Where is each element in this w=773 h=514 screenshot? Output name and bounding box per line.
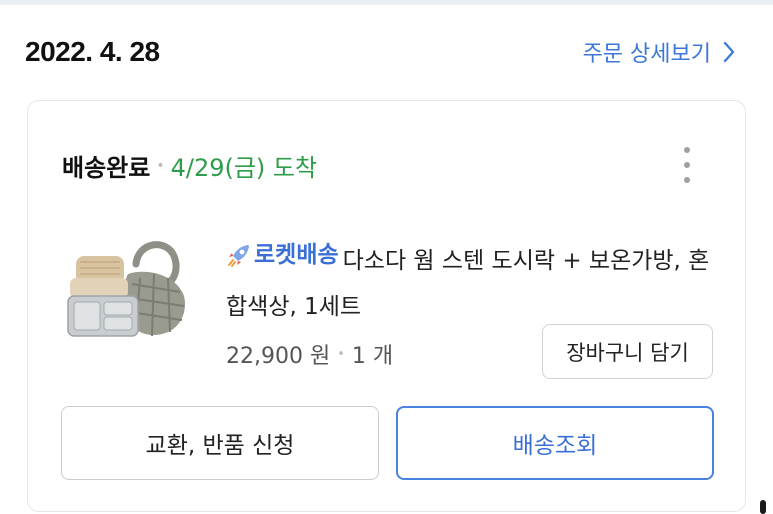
more-options-icon[interactable] [681, 145, 693, 185]
lunchbox-product-image[interactable] [66, 234, 190, 344]
delivery-tracking-button[interactable]: 배송조회 [396, 406, 714, 480]
rocket-delivery-badge: 로켓배송 [226, 232, 339, 278]
chevron-right-icon [723, 41, 735, 63]
product-quantity: 1 개 [351, 344, 394, 369]
delivery-status-row: 배송완료 • 4/29(금) 도착 [62, 148, 317, 183]
order-date: 2022. 4. 28 [25, 36, 160, 67]
order-card: 배송완료 • 4/29(금) 도착 로켓배송 다소다 웜 스텐 도시락 + 보온… [27, 100, 746, 512]
order-history-screen: 2022. 4. 28 주문 상세보기 배송완료 • 4/29(금) 도착 로켓… [0, 0, 773, 514]
rocket-delivery-label: 로켓배송 [254, 242, 339, 268]
exchange-return-button[interactable]: 교환, 반품 신청 [61, 406, 379, 480]
product-price: 22,900 원 [226, 344, 331, 369]
top-divider [0, 0, 773, 5]
delivery-status-label: 배송완료 [62, 154, 151, 182]
arrival-date: 4/29(금) 도착 [170, 154, 318, 182]
separator-dot: • [156, 157, 165, 174]
product-title[interactable]: 로켓배송 다소다 웜 스텐 도시락 + 보온가방, 혼합색상, 1세트 [226, 232, 716, 330]
scrollbar[interactable] [760, 500, 766, 514]
order-detail-link-label: 주문 상세보기 [582, 42, 711, 67]
rocket-icon [228, 245, 249, 267]
separator-dot: • [337, 346, 345, 362]
order-detail-link[interactable]: 주문 상세보기 [583, 36, 735, 68]
price-row: 22,900 원 • 1 개 [226, 338, 393, 370]
add-to-cart-button[interactable]: 장바구니 담기 [542, 324, 713, 379]
